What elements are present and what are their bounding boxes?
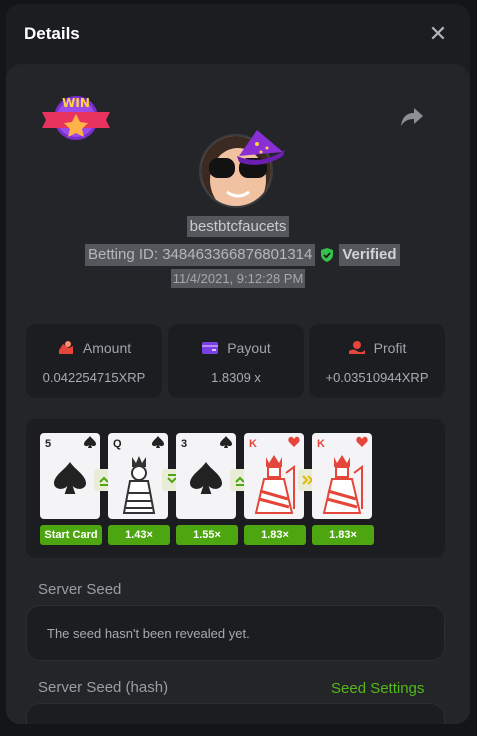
betting-id: Betting ID: 348463366876801314	[85, 244, 316, 266]
profit-label: Profit	[373, 340, 407, 356]
king-figure-icon	[322, 455, 363, 514]
payout-label: Payout	[227, 340, 271, 356]
multiplier-label: 1.83×	[312, 525, 374, 545]
bet-timestamp: 11/4/2021, 9:12:28 PM	[170, 269, 306, 288]
spade-icon	[152, 436, 164, 448]
server-seed-label: Server Seed	[38, 581, 122, 598]
start-card-label: Start Card	[40, 525, 102, 545]
share-icon[interactable]	[400, 106, 424, 128]
wallet-icon	[202, 342, 219, 354]
server-seed-value: The seed hasn't been revealed yet.	[47, 626, 250, 641]
amount-card: Amount 0.042254715XRP	[26, 324, 162, 398]
playing-card: 3	[176, 433, 236, 519]
queen-figure-icon	[122, 456, 156, 514]
avatar	[199, 126, 291, 210]
amount-value: 0.042254715XRP	[42, 370, 146, 385]
server-seed-hash-label: Server Seed (hash)	[38, 679, 169, 696]
cards-history: 5 Start Card Q 1.43× 3 1.55× K 1.83× K 1…	[26, 419, 445, 558]
amount-label: Amount	[82, 340, 132, 356]
spade-icon	[54, 462, 86, 494]
verified-label: Verified	[339, 244, 400, 266]
verified-shield-icon	[321, 248, 334, 262]
profit-value: +0.03510944XRP	[325, 370, 429, 385]
spade-icon	[190, 462, 222, 494]
payout-value: 1.8309 x	[211, 370, 261, 385]
win-badge-icon: WIN	[42, 96, 110, 140]
playing-card: 5	[40, 433, 100, 519]
playing-card: K	[312, 433, 372, 519]
profit-icon	[348, 341, 365, 354]
playing-card: Q	[108, 433, 168, 519]
timestamp-row: 11/4/2021, 9:12:28 PM	[6, 269, 470, 288]
modal-title: Details	[24, 24, 80, 43]
seed-settings-link[interactable]: Seed Settings	[331, 680, 424, 697]
heart-icon	[356, 436, 368, 447]
payout-card: Payout 1.8309 x	[168, 324, 304, 398]
server-seed-hash-field[interactable]	[26, 703, 445, 724]
svg-text:WIN: WIN	[62, 96, 90, 110]
multiplier-label: 1.83×	[244, 525, 306, 545]
close-icon[interactable]: ✕	[426, 22, 450, 46]
username: bestbtcfaucets	[186, 216, 290, 237]
profit-card: Profit +0.03510944XRP	[309, 324, 445, 398]
amount-icon	[58, 341, 73, 354]
modal-header: Details ✕	[6, 4, 470, 64]
spade-icon	[220, 436, 232, 448]
playing-card: K	[244, 433, 304, 519]
server-seed-field[interactable]: The seed hasn't been revealed yet.	[26, 605, 445, 661]
details-modal: Details ✕ WIN bestbtcfaucets Betting ID:…	[6, 4, 470, 724]
heart-icon	[288, 436, 300, 447]
username-row: bestbtcfaucets	[6, 216, 470, 237]
spade-icon	[84, 436, 96, 448]
king-figure-icon	[254, 455, 295, 514]
multiplier-label: 1.55×	[176, 525, 238, 545]
wizard-hat-icon	[237, 130, 285, 165]
betting-id-row: Betting ID: 348463366876801314 Verified	[85, 244, 400, 266]
multiplier-label: 1.43×	[108, 525, 170, 545]
